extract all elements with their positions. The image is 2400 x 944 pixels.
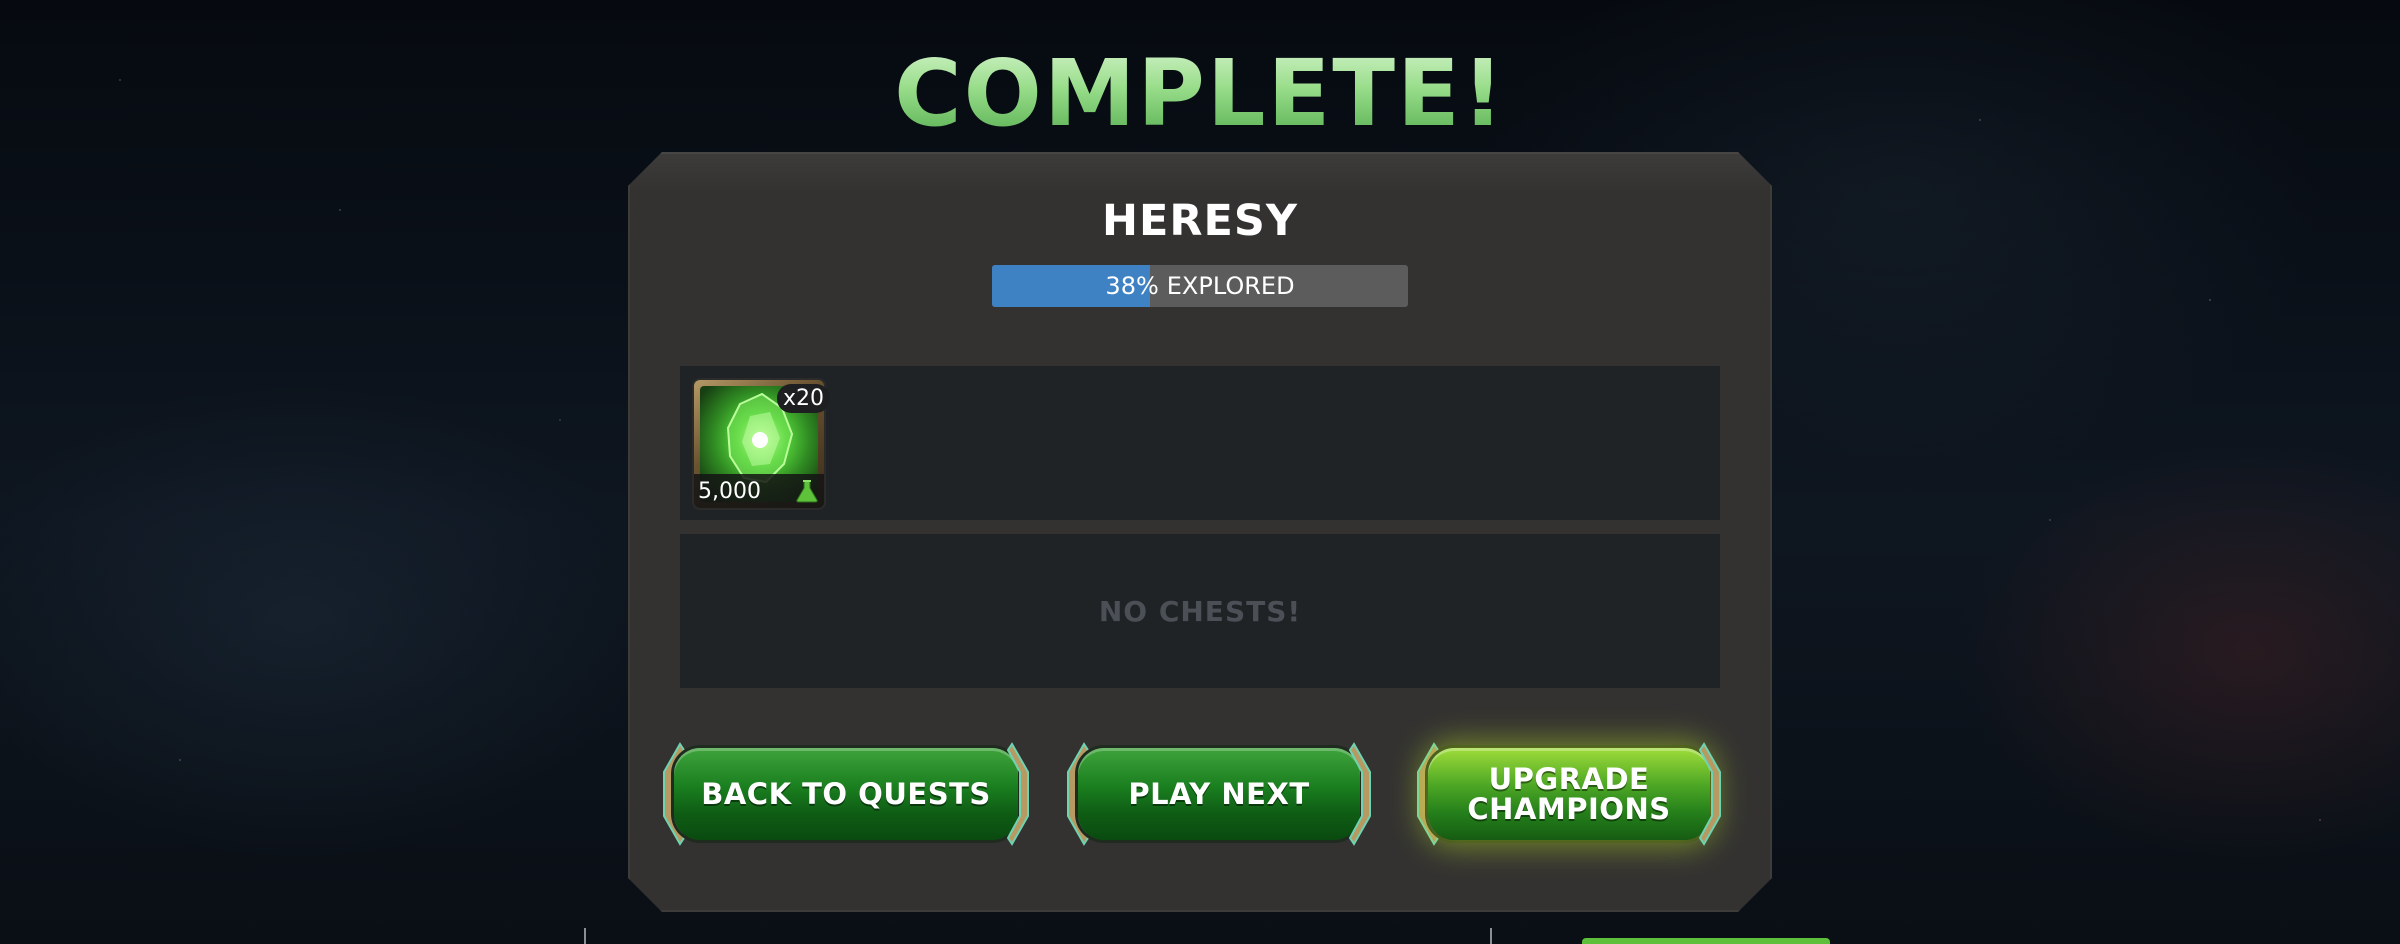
results-panel: HERESY 38% EXPLORED x20 5,000 NO CHESTS!…	[628, 152, 1772, 912]
button-right-cap-icon	[1348, 742, 1371, 846]
reward-quantity: x20	[776, 384, 830, 413]
complete-title: COMPLETE!	[0, 40, 2400, 147]
reward-amount: 5,000	[698, 479, 761, 504]
exploration-progress-bar: 38% EXPLORED	[992, 265, 1408, 307]
chests-box: NO CHESTS!	[680, 534, 1720, 688]
divider	[1490, 928, 1492, 944]
play-next-button-body: PLAY NEXT	[1078, 748, 1360, 840]
play-next-button[interactable]: PLAY NEXT	[1064, 742, 1374, 846]
exploration-label: EXPLORED	[1166, 272, 1295, 300]
back-to-quests-button[interactable]: BACK TO QUESTS	[660, 742, 1032, 846]
upgrade-champions-label: UPGRADE CHAMPIONS	[1467, 764, 1670, 824]
upgrade-champions-label-line1: UPGRADE	[1488, 762, 1650, 796]
play-next-label: PLAY NEXT	[1128, 777, 1310, 811]
back-to-quests-button-body: BACK TO QUESTS	[674, 748, 1018, 840]
reward-item[interactable]: x20 5,000	[694, 380, 830, 508]
quest-name: HERESY	[1102, 196, 1298, 246]
exploration-progress-text: 38% EXPLORED	[992, 265, 1408, 307]
exploration-percent: 38%	[1105, 272, 1159, 300]
button-right-cap-icon	[1006, 742, 1029, 846]
upgrade-champions-button-body: UPGRADE CHAMPIONS	[1428, 748, 1710, 840]
back-to-quests-label: BACK TO QUESTS	[701, 777, 991, 811]
bottom-green-tab	[1582, 938, 1830, 944]
rewards-box: x20 5,000	[680, 366, 1720, 520]
divider	[584, 928, 586, 944]
no-chests-message: NO CHESTS!	[1098, 594, 1302, 628]
flask-icon	[796, 480, 818, 503]
button-right-cap-icon	[1698, 742, 1721, 846]
upgrade-champions-button[interactable]: UPGRADE CHAMPIONS	[1414, 742, 1724, 846]
upgrade-champions-label-line2: CHAMPIONS	[1467, 792, 1671, 826]
